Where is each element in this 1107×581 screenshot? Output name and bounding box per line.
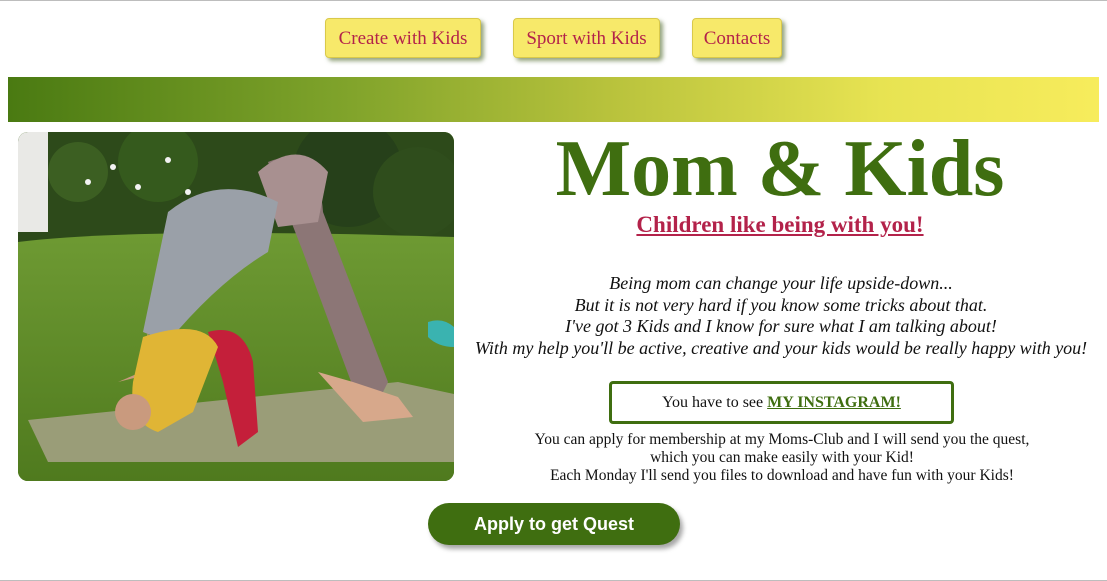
apply-quest-button[interactable]: Apply to get Quest xyxy=(428,503,680,545)
membership-line: which you can make easily with your Kid! xyxy=(650,449,914,466)
instagram-link[interactable]: MY INSTAGRAM! xyxy=(767,394,901,411)
page-title: Mom & Kids xyxy=(555,125,1005,213)
intro-line: I've got 3 Kids and I know for sure what… xyxy=(565,316,997,336)
hero-photo xyxy=(18,132,454,481)
nav-create-with-kids[interactable]: Create with Kids xyxy=(325,18,481,58)
intro-line: With my help you'll be active, creative … xyxy=(474,337,1088,358)
yoga-photo-illustration xyxy=(18,132,454,481)
intro-line: But it is not very hard if you know some… xyxy=(574,294,988,315)
page-subtitle: Children like being with you! xyxy=(636,212,924,237)
top-nav: Create with Kids Sport with Kids Contact… xyxy=(0,18,1107,60)
membership-text: You can apply for membership at my Moms-… xyxy=(480,431,1084,485)
header-gradient-band xyxy=(8,77,1099,122)
membership-line: Each Monday I'll send you files to downl… xyxy=(550,467,1014,484)
nav-sport-with-kids[interactable]: Sport with Kids xyxy=(513,18,660,58)
nav-contacts[interactable]: Contacts xyxy=(692,18,782,58)
instagram-prefix: You have to see xyxy=(662,394,764,411)
intro-line: Being mom can change your life upside-do… xyxy=(609,273,953,293)
intro-text: Being mom can change your life upside-do… xyxy=(470,273,1092,359)
membership-line: You can apply for membership at my Moms-… xyxy=(534,431,1030,448)
instagram-callout: You have to see MY INSTAGRAM! xyxy=(609,381,954,424)
